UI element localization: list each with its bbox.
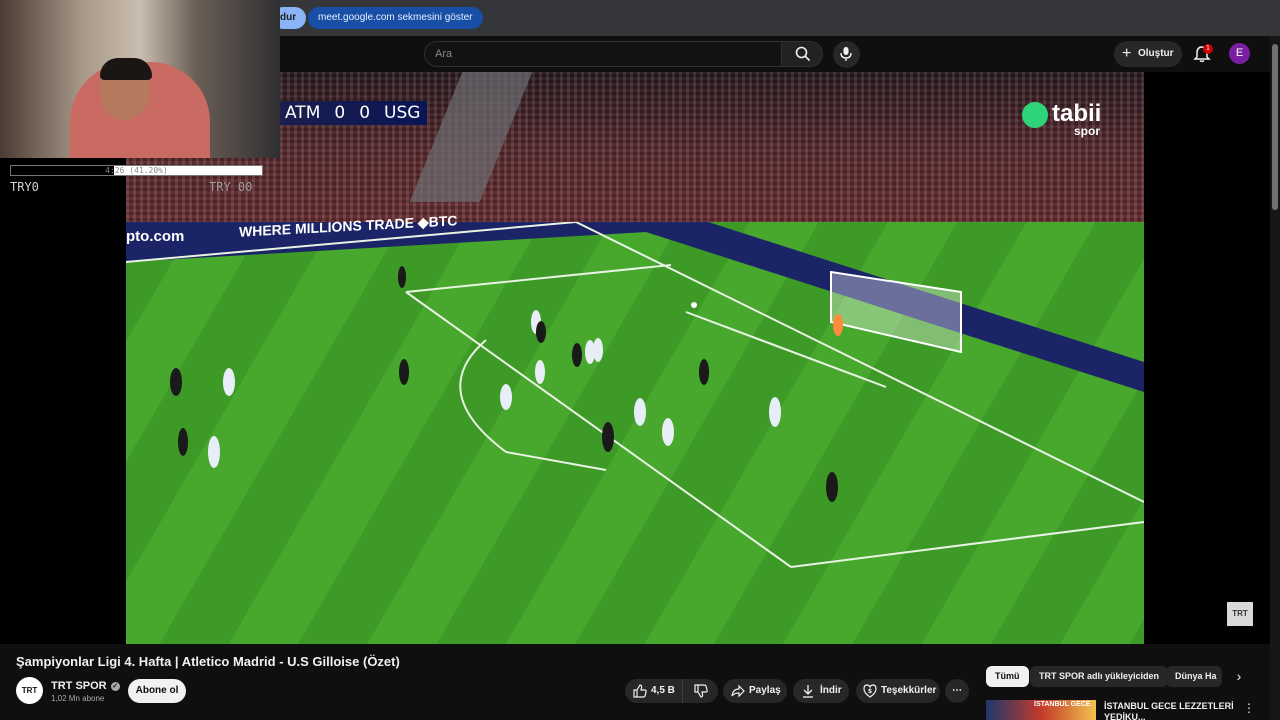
voice-search-button[interactable] [833, 41, 860, 68]
video-title: Şampiyonlar Ligi 4. Hafta | Atletico Mad… [16, 654, 400, 669]
download-label: İndir [820, 685, 842, 696]
like-count: 4,5 B [651, 685, 675, 696]
chip-all[interactable]: Tümü [986, 666, 1029, 687]
ad-board-left: pto.com [126, 228, 185, 245]
recommendation-title[interactable]: İSTANBUL GECE LEZZETLERİ YEDİKU... [1104, 701, 1239, 720]
scoreboard: ATM 0 0 USG [278, 101, 428, 125]
thumbs-up-icon [633, 684, 647, 698]
search-icon [795, 46, 811, 62]
home-score: 0 [334, 103, 346, 123]
chevron-right-icon[interactable]: › [1229, 666, 1249, 687]
share-label: Paylaş [749, 685, 781, 696]
kebab-menu-icon[interactable]: ⋮ [1243, 700, 1255, 716]
currency-label-right: TRY 00 [209, 180, 253, 194]
webcam-overlay [0, 0, 280, 158]
channel-name-text[interactable]: TRT SPOR [51, 680, 107, 692]
subscriber-count: 1,02 Mn abone [51, 694, 105, 703]
donation-progress-bar: 4:26 (41.20%) [10, 165, 263, 176]
pitch-markings [126, 222, 1144, 568]
channel-name[interactable]: TRT SPOR ✓ [51, 680, 120, 692]
recommendation-thumbnail[interactable]: İSTANBUL GECE [986, 700, 1096, 720]
download-button[interactable]: İndir [793, 679, 849, 703]
download-icon [803, 685, 813, 698]
currency-label-left: TRY0 [10, 180, 39, 194]
create-button[interactable]: + Oluştur [1114, 41, 1182, 67]
notification-badge: 1 [1203, 44, 1213, 54]
search-input[interactable]: Ara [424, 41, 782, 67]
create-label: Oluştur [1138, 48, 1174, 59]
broadcaster-sublogo: spor [1074, 124, 1101, 138]
thanks-button[interactable]: $ Teşekkürler [856, 679, 940, 703]
away-score: 0 [359, 103, 371, 123]
svg-text:$: $ [868, 688, 872, 695]
share-icon [731, 684, 745, 698]
thanks-heart-icon: $ [863, 684, 877, 698]
streamer-hair [100, 58, 152, 80]
more-actions-button[interactable]: ⋯ [945, 679, 969, 703]
search-button[interactable] [781, 41, 823, 67]
home-team: ATM [285, 103, 321, 123]
channel-watermark[interactable]: TRT [1227, 602, 1253, 626]
chip-from-uploader[interactable]: TRT SPOR adlı yükleyiciden [1030, 666, 1169, 687]
like-dislike-group: 4,5 B [625, 679, 718, 703]
account-avatar[interactable]: E [1229, 43, 1250, 64]
thumbs-down-icon [694, 684, 708, 698]
away-team: USG [384, 103, 421, 123]
verified-icon: ✓ [110, 681, 120, 691]
subscribe-button[interactable]: Abone ol [128, 679, 186, 703]
progress-text: 4:26 (41.20%) [105, 166, 168, 175]
like-button[interactable]: 4,5 B [625, 679, 683, 703]
channel-avatar[interactable]: TRT [16, 677, 43, 704]
mic-icon [840, 47, 852, 61]
share-button[interactable]: Paylaş [723, 679, 787, 703]
plus-icon: + [1122, 45, 1132, 62]
thanks-label: Teşekkürler [881, 685, 937, 696]
show-meet-tab-button[interactable]: meet.google.com sekmesini göster [308, 7, 483, 29]
dislike-button[interactable] [684, 679, 718, 703]
football-pitch [126, 222, 1144, 644]
scrollbar-thumb[interactable] [1272, 44, 1278, 210]
page-scrollbar[interactable] [1270, 36, 1280, 720]
recommendation-thumb-text: İSTANBUL GECE [1034, 701, 1091, 708]
chip-world[interactable]: Dünya Ha [1166, 666, 1222, 687]
